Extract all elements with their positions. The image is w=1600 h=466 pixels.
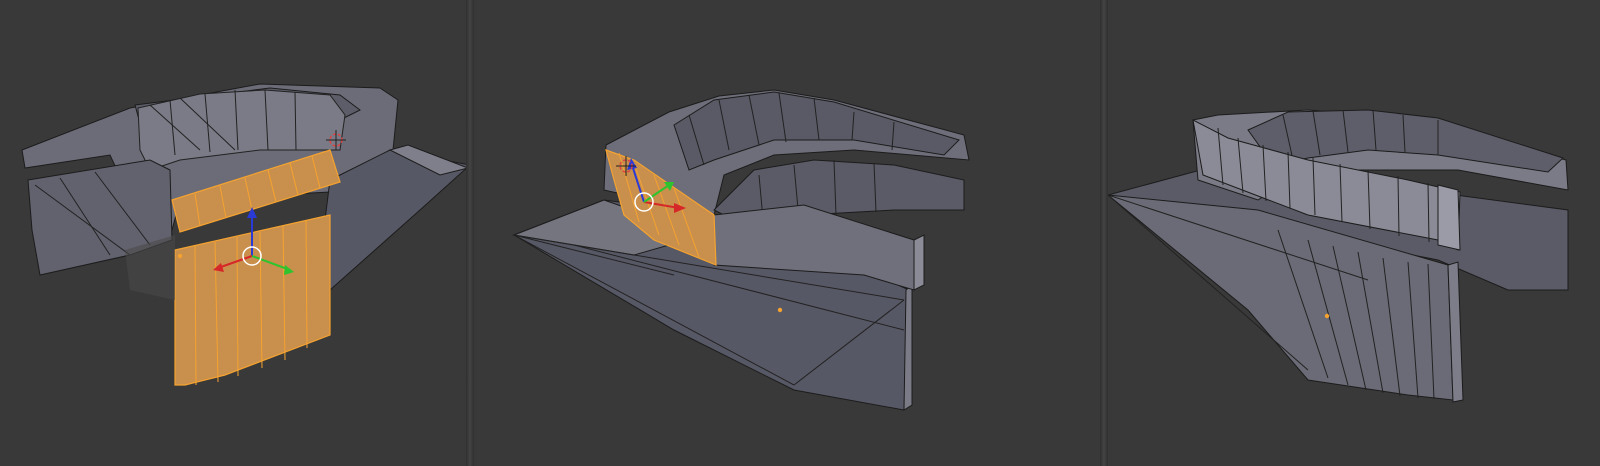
mesh-left[interactable] (0, 0, 470, 466)
viewport-right[interactable] (1108, 0, 1600, 466)
mesh-right[interactable] (1108, 0, 1600, 466)
viewport-left[interactable] (0, 0, 470, 466)
object-origin-icon (177, 253, 183, 259)
object-origin-icon (777, 307, 783, 313)
blender-editor-split (0, 0, 1600, 466)
viewport-divider-2[interactable] (1100, 0, 1108, 466)
viewport-divider-1[interactable] (466, 0, 474, 466)
mesh-middle[interactable] (474, 0, 1104, 466)
viewport-middle[interactable] (474, 0, 1104, 466)
object-origin-icon (1324, 313, 1330, 319)
